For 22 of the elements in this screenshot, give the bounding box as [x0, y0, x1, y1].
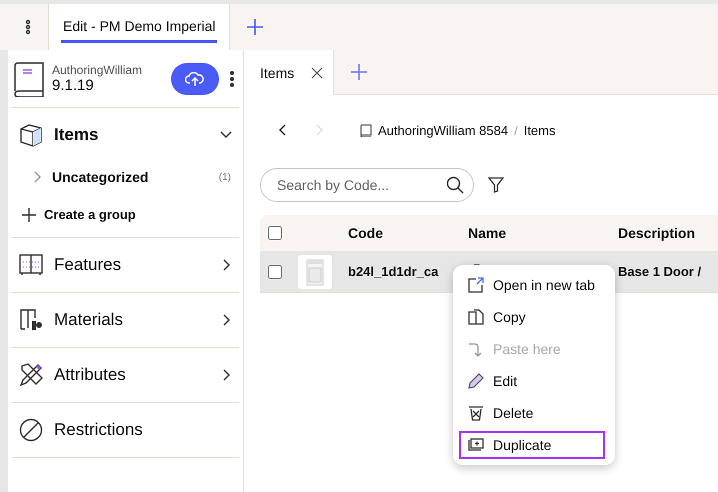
sidebar-section[interactable]: Restrictions: [12, 403, 239, 457]
column-header[interactable]: Name: [468, 225, 618, 241]
sidebar-section[interactable]: Features: [12, 238, 239, 292]
breadcrumb-separator: /: [514, 122, 518, 138]
sidebar-section[interactable]: Materials: [12, 293, 239, 347]
create-group-button[interactable]: Create a group: [12, 198, 239, 238]
search-field[interactable]: Search by Code...: [260, 168, 474, 202]
item-count: (1): [218, 172, 231, 182]
sidebar-section[interactable]: Attributes: [12, 348, 239, 402]
table-cell-text: Base 1 Door /: [618, 264, 702, 279]
breadcrumb-link[interactable]: Items: [524, 122, 556, 138]
column-header[interactable]: Description: [618, 225, 718, 241]
table-cell-text: b24l_1d1dr_ca: [348, 264, 440, 279]
menu-item[interactable]: Duplicate: [459, 431, 605, 459]
column-header[interactable]: Code: [348, 225, 468, 241]
group-item[interactable]: Uncategorized (1): [12, 162, 239, 192]
catalog-name: AuthoringWilliam: [52, 63, 144, 77]
items-section[interactable]: Items: [12, 108, 239, 162]
breadcrumb-link[interactable]: AuthoringWilliam 8584: [360, 122, 508, 138]
document-tab[interactable]: Edit - PM Demo Imperial: [48, 4, 230, 50]
content-tab[interactable]: Items: [244, 50, 334, 95]
catalog-version: 9.1.19: [52, 77, 95, 94]
